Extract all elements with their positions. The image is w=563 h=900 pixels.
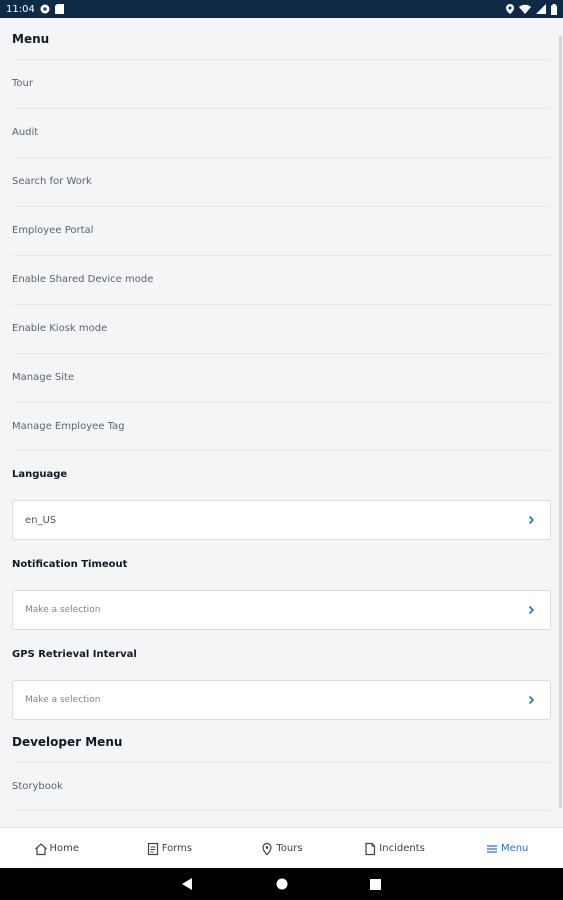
page-title: Menu [12,32,50,46]
scrollbar[interactable] [559,36,562,808]
home-button-icon[interactable] [275,877,289,891]
menu-item-label: Audit [12,127,39,138]
home-icon [34,842,48,856]
app-notification-icon [40,4,50,14]
tab-menu[interactable]: Menu [450,828,563,869]
divider [12,810,551,811]
menu-icon [485,842,499,856]
tab-label: Home [49,843,80,854]
tab-tours[interactable]: Tours [225,828,338,869]
wifi-icon [519,4,531,14]
recents-icon[interactable] [369,877,383,891]
menu-item-label: Manage Employee Tag [12,421,125,432]
tab-label: Incidents [379,843,425,854]
menu-item-label: Storybook [12,781,63,792]
status-left: 11:04 [6,4,64,15]
gps-interval-placeholder: Make a selection [25,695,101,705]
bottom-tab-bar: Home Forms Tours Incidents Menu [0,827,563,869]
menu-item-kiosk-mode[interactable]: Enable Kiosk mode [12,304,551,352]
developer-menu-title: Developer Menu [12,735,123,749]
menu-item-label: Employee Portal [12,225,94,236]
tab-label: Forms [161,843,193,854]
menu-item-tour[interactable]: Tour [12,59,551,107]
chevron-right-icon [526,605,536,615]
menu-item-label: Search for Work [12,176,92,187]
notification-timeout-select[interactable]: Make a selection [12,590,551,630]
location-icon [506,4,514,14]
gps-interval-select[interactable]: Make a selection [12,680,551,720]
menu-item-audit[interactable]: Audit [12,108,551,156]
menu-item-label: Enable Shared Device mode [12,274,154,285]
menu-item-manage-employee-tag[interactable]: Manage Employee Tag [12,402,551,450]
language-value: en_US [25,514,57,526]
chevron-right-icon [526,515,536,525]
status-bar: 11:04 [0,0,563,18]
notification-timeout-label: Notification Timeout [12,559,128,570]
tab-forms[interactable]: Forms [113,828,226,869]
menu-item-shared-device-mode[interactable]: Enable Shared Device mode [12,255,551,303]
menu-item-manage-site[interactable]: Manage Site [12,353,551,401]
menu-item-storybook[interactable]: Storybook [12,762,551,810]
divider [12,450,551,451]
incidents-icon [363,842,377,856]
menu-item-label: Manage Site [12,372,75,383]
tab-home[interactable]: Home [0,828,113,869]
menu-item-label: Enable Kiosk mode [12,323,108,334]
sd-card-icon [54,4,64,14]
tab-label: Menu [500,843,529,854]
language-select[interactable]: en_US [12,500,551,540]
tours-icon [260,842,274,856]
tab-label: Tours [276,843,303,854]
chevron-right-icon [526,695,536,705]
menu-item-employee-portal[interactable]: Employee Portal [12,206,551,254]
language-label: Language [12,469,68,480]
system-nav-bar [0,868,563,900]
status-time: 11:04 [6,3,35,15]
menu-page: Menu Tour Audit Search for Work Employee… [0,18,563,827]
menu-item-label: Tour [12,78,33,89]
battery-icon [551,3,557,15]
gps-interval-label: GPS Retrieval Interval [12,649,137,660]
notification-timeout-placeholder: Make a selection [25,605,101,615]
status-right [506,3,557,15]
tab-incidents[interactable]: Incidents [338,828,451,869]
back-icon[interactable] [181,877,195,891]
menu-item-search-for-work[interactable]: Search for Work [12,157,551,205]
signal-icon [536,4,546,14]
forms-icon [146,842,160,856]
